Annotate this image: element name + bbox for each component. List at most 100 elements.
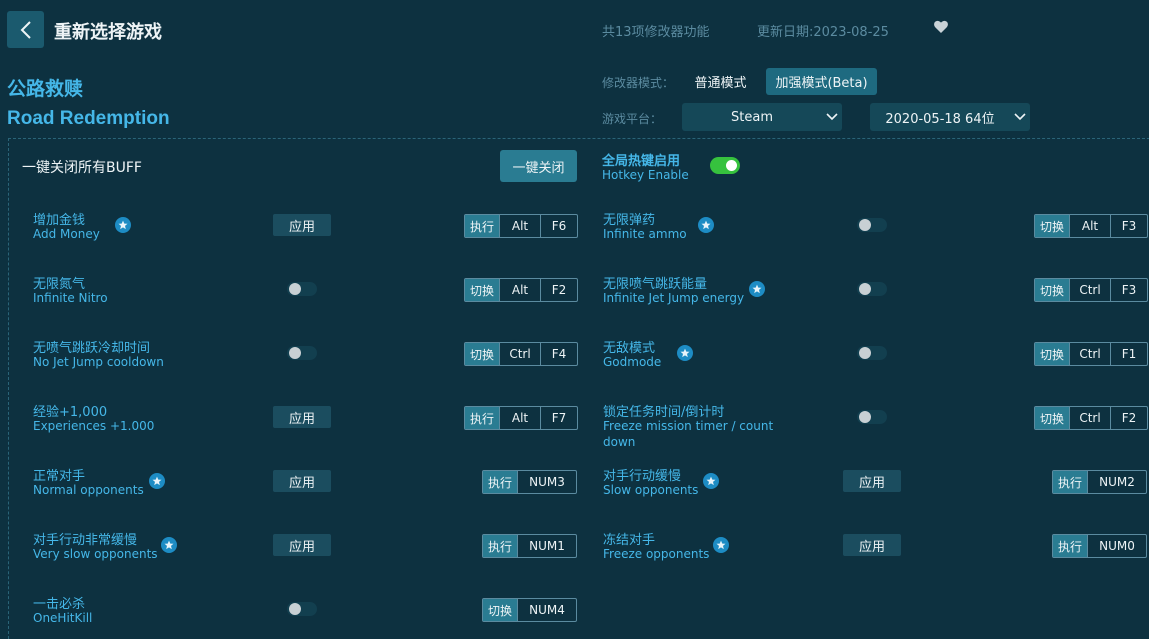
hotkey-key: F7 — [540, 407, 577, 429]
option-toggle[interactable] — [857, 218, 887, 232]
option-name-en: Infinite Jet Jump energy — [603, 291, 745, 305]
option-name-en: No Jet Jump cooldown — [33, 355, 164, 369]
feature-count: 共13项修改器功能 — [602, 25, 710, 40]
hotkey-key: Ctrl — [499, 343, 540, 365]
hotkey-key: Ctrl — [1069, 407, 1110, 429]
version-select[interactable]: 2020-05-18 64位 — [870, 103, 1030, 131]
hotkey-group[interactable]: 切换 Alt F2 — [464, 278, 579, 302]
star-icon — [677, 345, 693, 361]
normal-mode-button[interactable]: 普通模式 — [683, 68, 758, 95]
favorite-heart-icon[interactable] — [933, 19, 951, 37]
chevron-left-icon — [20, 20, 31, 39]
hotkey-key: Ctrl — [1069, 343, 1110, 365]
option-name-en: Infinite Nitro — [33, 291, 108, 305]
hotkey-enable-toggle[interactable] — [710, 157, 740, 174]
option-name-en: Add Money — [33, 227, 100, 241]
option-toggle[interactable] — [287, 346, 317, 360]
toggle-label: 切换 — [483, 599, 518, 621]
game-name-cn: 公路救赎 — [7, 78, 84, 100]
platform-label: 游戏平台： — [602, 112, 663, 126]
close-all-button[interactable]: 一键关闭 — [500, 150, 577, 182]
options-panel — [8, 138, 1149, 639]
option-name-en: OneHitKill — [33, 611, 93, 625]
toggle-label: 切换 — [1035, 343, 1070, 365]
option-name-en: Slow opponents — [603, 483, 699, 497]
hotkey-key: F2 — [1110, 407, 1147, 429]
hotkey-key: Alt — [499, 215, 540, 237]
close-all-buff-label: 一键关闭所有BUFF — [22, 160, 142, 176]
option-toggle[interactable] — [857, 282, 887, 296]
back-button[interactable] — [7, 11, 44, 48]
option-name-en: Freeze mission timer / count — [603, 419, 774, 433]
execute-label: 执行 — [465, 407, 500, 429]
hotkey-key: F3 — [1110, 279, 1147, 301]
beta-mode-button[interactable]: 加强模式(Beta) — [766, 68, 877, 95]
option-toggle[interactable] — [857, 410, 887, 424]
execute-label: 执行 — [483, 535, 518, 557]
hotkey-key: F1 — [1110, 343, 1147, 365]
hotkey-key: Alt — [499, 279, 540, 301]
hotkey-key: NUM3 — [517, 471, 576, 493]
chevron-down-icon — [822, 113, 842, 121]
apply-button[interactable]: 应用 — [843, 470, 901, 492]
hotkey-group[interactable]: 切换 Ctrl F2 — [1034, 406, 1149, 430]
hotkey-key: Ctrl — [1069, 279, 1110, 301]
star-icon — [713, 537, 729, 553]
execute-label: 执行 — [465, 215, 500, 237]
hotkey-key: Alt — [499, 407, 540, 429]
hotkey-group[interactable]: 切换 NUM4 — [482, 598, 578, 622]
option-name-en: Normal opponents — [33, 483, 144, 497]
option-toggle[interactable] — [287, 282, 317, 296]
star-icon — [115, 217, 131, 233]
hotkey-key: NUM1 — [517, 535, 576, 557]
apply-button[interactable]: 应用 — [273, 406, 331, 428]
hotkey-key: Alt — [1069, 215, 1110, 237]
hotkey-group[interactable]: 执行 NUM1 — [482, 534, 578, 558]
toggle-label: 切换 — [465, 343, 500, 365]
hotkey-group[interactable]: 切换 Ctrl F1 — [1034, 342, 1149, 366]
version-value: 2020-05-18 64位 — [885, 111, 995, 127]
toggle-label: 切换 — [1035, 279, 1070, 301]
star-icon — [749, 281, 765, 297]
apply-button[interactable]: 应用 — [273, 534, 331, 556]
hotkey-key: F3 — [1110, 215, 1147, 237]
page-title: 重新选择游戏 — [54, 22, 162, 43]
hotkey-group[interactable]: 切换 Ctrl F4 — [464, 342, 579, 366]
apply-button[interactable]: 应用 — [273, 470, 331, 492]
hotkey-group[interactable]: 执行 NUM2 — [1052, 470, 1148, 494]
option-name-en-continued: down — [603, 435, 636, 449]
hotkey-key: NUM0 — [1087, 535, 1146, 557]
hotkey-group[interactable]: 执行 NUM0 — [1052, 534, 1148, 558]
star-icon — [698, 217, 714, 233]
hotkey-key: F2 — [540, 279, 577, 301]
update-date: 更新日期:2023-08-25 — [757, 25, 889, 40]
star-icon — [149, 473, 165, 489]
option-toggle[interactable] — [857, 346, 887, 360]
toggle-label: 切换 — [1035, 215, 1070, 237]
star-icon — [161, 537, 177, 553]
hotkey-key: F6 — [540, 215, 577, 237]
apply-button[interactable]: 应用 — [843, 534, 901, 556]
game-name-en: Road Redemption — [7, 108, 170, 129]
execute-label: 执行 — [483, 471, 518, 493]
hotkey-group[interactable]: 切换 Ctrl F3 — [1034, 278, 1149, 302]
execute-label: 执行 — [1053, 535, 1088, 557]
hotkey-group[interactable]: 执行 Alt F7 — [464, 406, 579, 430]
apply-button[interactable]: 应用 — [273, 214, 331, 236]
toggle-label: 切换 — [1035, 407, 1070, 429]
platform-value: Steam — [731, 109, 773, 125]
chevron-down-icon — [1010, 113, 1030, 121]
hotkey-key: NUM2 — [1087, 471, 1146, 493]
hotkey-key: NUM4 — [517, 599, 576, 621]
option-name-en: Infinite ammo — [603, 227, 687, 241]
platform-select[interactable]: Steam — [682, 103, 842, 131]
hotkey-group[interactable]: 执行 NUM3 — [482, 470, 578, 494]
option-name-en: Freeze opponents — [603, 547, 710, 561]
hotkey-enable-label-en: Hotkey Enable — [602, 168, 689, 182]
hotkey-group[interactable]: 切换 Alt F3 — [1034, 214, 1149, 238]
hotkey-enable-label-cn: 全局热键启用 — [602, 154, 681, 169]
toggle-label: 切换 — [465, 279, 500, 301]
hotkey-group[interactable]: 执行 Alt F6 — [464, 214, 579, 238]
option-toggle[interactable] — [287, 602, 317, 616]
star-icon — [703, 473, 719, 489]
